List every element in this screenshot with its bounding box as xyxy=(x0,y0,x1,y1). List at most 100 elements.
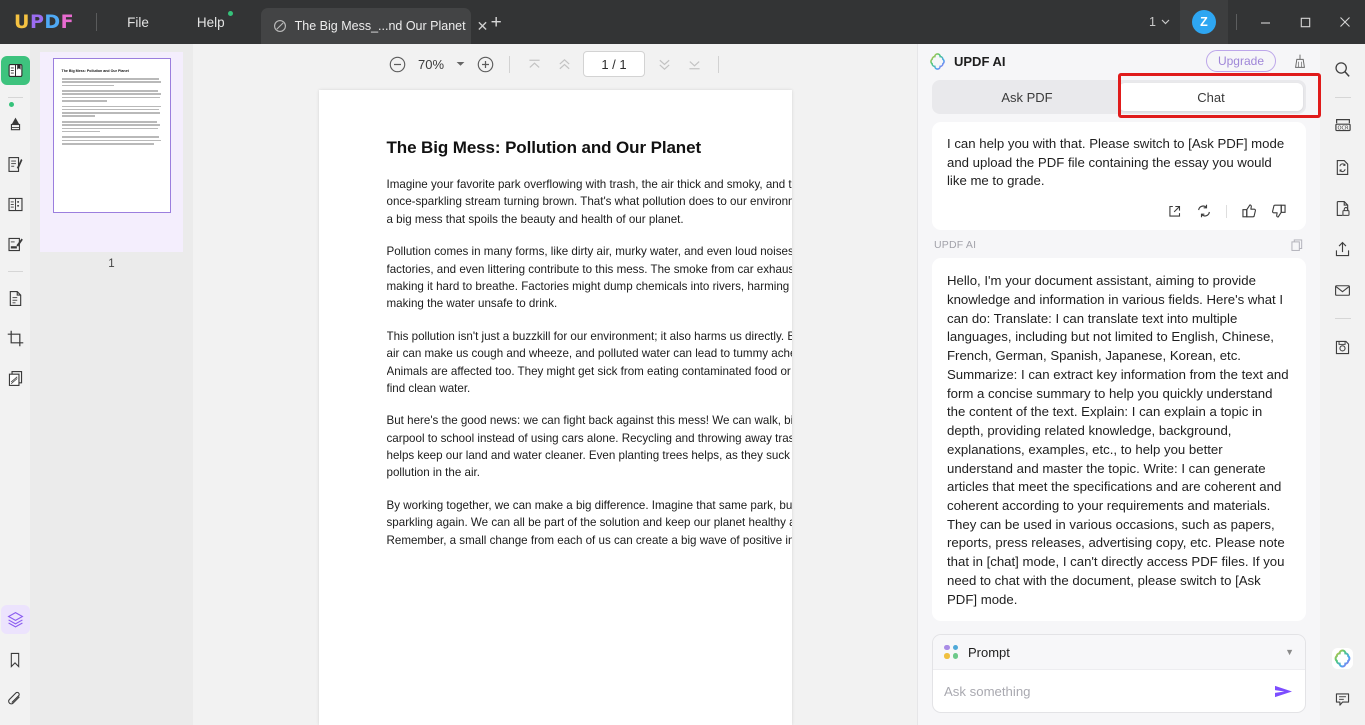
ask-something-input[interactable] xyxy=(944,683,1265,699)
zoom-out-icon xyxy=(389,56,405,72)
zoom-out-button[interactable] xyxy=(382,49,412,79)
doc-line: pollution in the air. xyxy=(386,466,480,480)
last-page-button[interactable] xyxy=(679,49,709,79)
ai-composer-area: Prompt ▼ xyxy=(918,625,1320,725)
previous-page-button[interactable] xyxy=(549,49,579,79)
sidebar-crop-icon[interactable] xyxy=(1,324,30,353)
ocr-icon[interactable]: OCR xyxy=(1328,111,1358,141)
doc-line: This pollution isn't just a buzzkill for… xyxy=(386,329,792,343)
doc-line: Animals are affected too. They might get… xyxy=(386,364,792,378)
sidebar-organize-icon[interactable] xyxy=(1,364,30,393)
sidebar-form-icon[interactable] xyxy=(1,190,30,219)
sidebar-annotate-icon[interactable] xyxy=(1,110,30,139)
send-button[interactable] xyxy=(1265,683,1294,700)
toolbar-divider-2 xyxy=(718,55,719,73)
first-page-button[interactable] xyxy=(519,49,549,79)
sidebar-edit-pdf-icon[interactable] xyxy=(1,150,30,179)
menu-help[interactable]: Help xyxy=(183,10,239,35)
tab-ask-pdf[interactable]: Ask PDF xyxy=(935,83,1119,111)
upgrade-button[interactable]: Upgrade xyxy=(1205,50,1276,72)
minimize-icon xyxy=(1260,21,1270,24)
pdf-page-content: The Big Mess: Pollution and Our Planet I… xyxy=(319,138,792,549)
copy-icon[interactable] xyxy=(1290,238,1304,252)
window-count-dropdown[interactable]: 1 xyxy=(1139,15,1180,29)
menu-file[interactable]: File xyxy=(113,10,163,35)
updf-ai-icon[interactable] xyxy=(1328,643,1358,673)
chevron-up-double-icon xyxy=(558,58,570,69)
share-export-icon[interactable] xyxy=(1328,234,1358,264)
window-minimize-button[interactable] xyxy=(1245,0,1285,44)
sidebar-bookmark-icon[interactable] xyxy=(1,645,30,674)
right-rail-divider-2 xyxy=(1334,318,1351,319)
logo-letter-f: F xyxy=(60,11,75,33)
form-fields-icon xyxy=(7,197,23,212)
comment-icon[interactable] xyxy=(1328,684,1358,714)
save-icon[interactable] xyxy=(1328,332,1358,362)
tab-chat[interactable]: Chat xyxy=(1119,83,1303,111)
prompt-selector[interactable]: Prompt ▼ xyxy=(933,635,1305,670)
window-maximize-button[interactable] xyxy=(1285,0,1325,44)
page-number-input[interactable]: 1 / 1 xyxy=(583,51,645,77)
chat-message-assistant-1: I can help you with that. Please switch … xyxy=(932,122,1306,231)
chat-message-list[interactable]: I can help you with that. Please switch … xyxy=(918,114,1320,625)
zoom-level-value[interactable]: 70% xyxy=(412,57,450,72)
doc-line: find clean water. xyxy=(386,381,471,395)
sidebar-layers-icon[interactable] xyxy=(0,605,30,634)
convert-icon[interactable] xyxy=(1328,152,1358,182)
comment-bubble-glyph xyxy=(1335,692,1350,706)
doc-line: Pollution comes in many forms, like dirt… xyxy=(386,245,792,259)
thumbnail-item[interactable]: The Big Mess: Pollution and Our Planet xyxy=(40,52,183,252)
protect-icon[interactable] xyxy=(1328,193,1358,223)
titlebar-divider-2 xyxy=(1236,14,1237,30)
page-scroll-area[interactable]: The Big Mess: Pollution and Our Planet I… xyxy=(193,84,917,725)
sidebar-page-icon[interactable] xyxy=(1,284,30,313)
copy-glyph xyxy=(1291,239,1303,252)
ai-mode-tabs: Ask PDF Chat xyxy=(932,73,1321,118)
account-button[interactable]: Z xyxy=(1180,0,1228,44)
email-icon[interactable] xyxy=(1328,275,1358,305)
logo-letter-d: D xyxy=(44,11,61,33)
chevron-down-icon xyxy=(1161,19,1170,25)
help-notification-dot xyxy=(227,10,233,16)
zoom-in-icon xyxy=(477,56,493,72)
chevron-down-icon: ▼ xyxy=(1285,647,1294,657)
regenerate-icon[interactable] xyxy=(1192,200,1216,222)
window-close-button[interactable] xyxy=(1325,0,1365,44)
sidebar-reader-icon[interactable] xyxy=(0,56,30,85)
share-icon[interactable] xyxy=(1162,200,1186,222)
document-tab[interactable]: The Big Mess_...nd Our Planet ✕ xyxy=(260,8,488,44)
updf-ai-panel: UPDF AI Upgrade Ask PDF Chat I can help … xyxy=(917,44,1321,725)
zoom-in-button[interactable] xyxy=(470,49,500,79)
envelope-glyph xyxy=(1335,284,1350,296)
send-arrow-icon xyxy=(1275,685,1292,697)
edit-document-icon xyxy=(7,157,22,172)
floppy-save-glyph xyxy=(1335,340,1350,354)
thumbnail-title: The Big Mess: Pollution and Our Planet xyxy=(61,69,129,73)
pdf-page: The Big Mess: Pollution and Our Planet I… xyxy=(318,90,792,725)
refresh-glyph xyxy=(1198,204,1210,218)
window-count-label: 1 xyxy=(1149,15,1156,29)
next-page-button[interactable] xyxy=(649,49,679,79)
chat-message-text: I can help you with that. Please switch … xyxy=(947,136,1285,189)
search-icon[interactable] xyxy=(1328,54,1358,84)
close-icon xyxy=(1340,17,1350,27)
sidebar-sign-icon[interactable] xyxy=(1,230,30,259)
sidebar-attachment-icon[interactable] xyxy=(1,685,30,714)
thumbs-down-icon[interactable] xyxy=(1267,200,1291,222)
thumbnail-page-preview: The Big Mess: Pollution and Our Planet xyxy=(52,58,171,213)
zoom-dropdown-button[interactable] xyxy=(450,50,470,78)
clear-chat-button[interactable] xyxy=(1292,53,1308,69)
prompt-selector-label: Prompt xyxy=(968,644,1010,660)
ocr-glyph: OCR xyxy=(1334,119,1351,131)
doc-line: Remember, a small change from each of us… xyxy=(386,533,792,547)
updf-ai-flower-glyph xyxy=(1331,647,1354,669)
thumbs-up-icon[interactable] xyxy=(1237,200,1261,222)
avatar: Z xyxy=(1192,10,1216,34)
thumbs-down-glyph xyxy=(1272,204,1286,218)
action-divider xyxy=(1226,204,1227,218)
document-paragraph: By working together, we can make a big d… xyxy=(387,497,792,549)
chevron-down-double-icon xyxy=(658,59,670,70)
layers-icon xyxy=(6,611,24,628)
document-paragraph: But here's the good news: we can fight b… xyxy=(387,412,792,482)
new-tab-button[interactable]: + xyxy=(485,13,508,32)
